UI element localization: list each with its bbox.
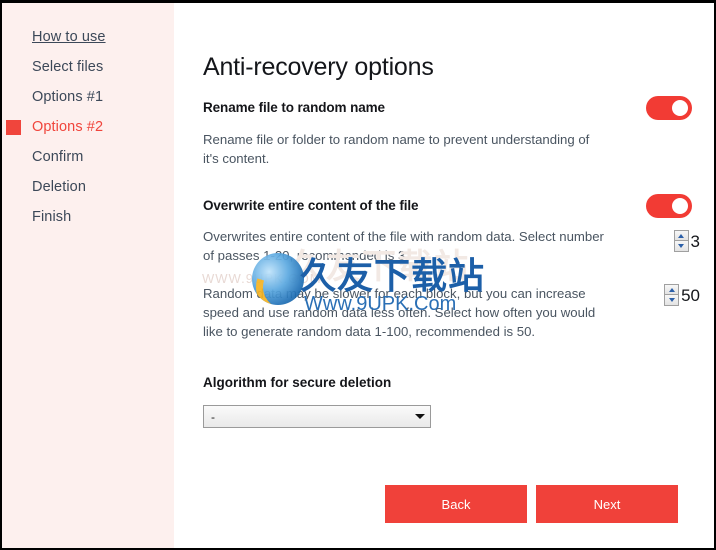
app-window: How to use Select files Options #1 Optio… — [0, 0, 716, 550]
toggle-knob — [672, 198, 688, 214]
sidebar-item-label: Options #1 — [32, 89, 104, 105]
frequency-stepper-buttons — [664, 284, 680, 306]
overwrite-option-heading: Overwrite entire content of the file — [203, 198, 419, 213]
sidebar-item-label: Deletion — [32, 179, 86, 195]
active-indicator — [6, 120, 21, 135]
sidebar-navigation: How to use Select files Options #1 Optio… — [2, 3, 174, 548]
algorithm-select[interactable]: - — [203, 405, 431, 428]
frequency-stepper[interactable]: 50 — [664, 284, 700, 306]
sidebar-item-label: Select files — [32, 59, 104, 75]
main-content: Anti-recovery options Rename file to ran… — [174, 3, 714, 548]
sidebar-item-label: Finish — [32, 209, 72, 225]
overwrite-option-description: Overwrites entire content of the file wi… — [203, 229, 604, 263]
rename-option-heading: Rename file to random name — [203, 100, 385, 115]
algorithm-label: Algorithm for secure deletion — [203, 375, 392, 390]
stepper-down-icon[interactable] — [664, 295, 680, 306]
next-button[interactable]: Next — [536, 485, 678, 523]
stepper-up-icon[interactable] — [664, 284, 680, 295]
frequency-description: Random data may be slower for each block… — [203, 286, 596, 339]
rename-option-description: Rename file or folder to random name to … — [203, 132, 590, 166]
passes-value: 3 — [690, 231, 700, 251]
sidebar-item-finish[interactable]: Finish — [2, 202, 174, 232]
overwrite-toggle[interactable] — [646, 194, 692, 218]
sidebar-item-options-2[interactable]: Options #2 — [2, 112, 174, 142]
toggle-knob — [672, 100, 688, 116]
sidebar-item-label: Confirm — [32, 149, 84, 165]
passes-stepper[interactable]: 3 — [673, 230, 700, 252]
sidebar-item-how-to-use[interactable]: How to use — [2, 22, 174, 52]
sidebar-item-deletion[interactable]: Deletion — [2, 172, 174, 202]
page-title: Anti-recovery options — [203, 53, 434, 81]
algorithm-selected-value: - — [211, 409, 215, 424]
sidebar-item-label: Options #2 — [32, 119, 104, 135]
sidebar-item-select-files[interactable]: Select files — [2, 52, 174, 82]
sidebar-item-confirm[interactable]: Confirm — [2, 142, 174, 172]
stepper-down-icon[interactable] — [673, 241, 689, 252]
rename-toggle[interactable] — [646, 96, 692, 120]
sidebar-item-label: How to use — [32, 29, 106, 45]
sidebar-item-options-1[interactable]: Options #1 — [2, 82, 174, 112]
stepper-up-icon[interactable] — [673, 230, 689, 241]
frequency-value: 50 — [681, 285, 700, 305]
back-button[interactable]: Back — [385, 485, 527, 523]
passes-stepper-buttons — [673, 230, 689, 252]
chevron-down-icon — [410, 414, 430, 419]
